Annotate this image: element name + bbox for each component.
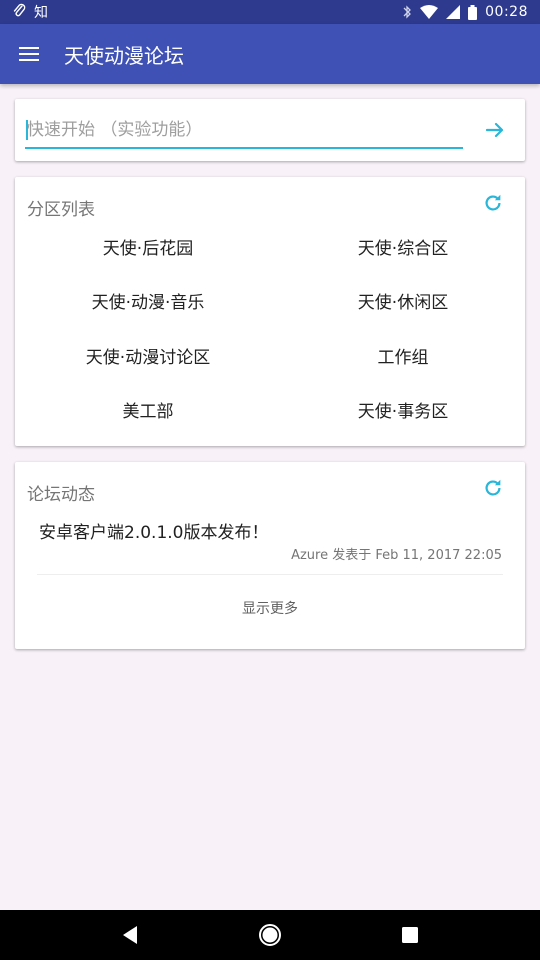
sections-row: 天使·后花园 天使·综合区	[15, 219, 525, 274]
news-post-title[interactable]: 安卓客户端2.0.1.0版本发布！	[39, 518, 268, 543]
forum-news-card: 论坛动态 安卓客户端2.0.1.0版本发布！ Azure 发表于 Feb 11,…	[15, 462, 525, 649]
quick-start-input[interactable]	[25, 113, 463, 149]
section-item[interactable]: 天使·动漫讨论区	[15, 343, 281, 368]
sections-header: 分区列表	[27, 200, 95, 220]
news-post-meta: Azure 发表于 Feb 11, 2017 22:05	[291, 548, 502, 563]
back-icon[interactable]	[110, 915, 150, 955]
paperclip-icon	[12, 2, 26, 22]
show-more-button[interactable]: 显示更多	[15, 598, 525, 618]
wifi-icon	[420, 5, 439, 19]
section-item[interactable]: 天使·事务区	[281, 397, 525, 422]
home-icon[interactable]	[250, 915, 290, 955]
sections-row: 美工部 天使·事务区	[15, 383, 525, 438]
system-nav-bar	[0, 910, 540, 960]
section-item[interactable]: 美工部	[15, 397, 281, 422]
battery-icon	[468, 4, 478, 20]
zhi-app-icon: 知	[34, 5, 48, 21]
quick-start-card	[15, 99, 525, 161]
section-item[interactable]: 天使·综合区	[281, 234, 525, 259]
section-item[interactable]: 天使·后花园	[15, 234, 281, 259]
sections-card: 分区列表 天使·后花园 天使·综合区 天使·动漫·音乐 天使·休闲区 天使·动漫…	[15, 177, 525, 446]
status-right: 00:28	[402, 4, 528, 20]
refresh-icon[interactable]	[482, 477, 504, 499]
text-caret	[26, 120, 28, 140]
section-item[interactable]: 工作组	[281, 343, 525, 368]
forum-news-header: 论坛动态	[27, 485, 95, 505]
status-bar: 知 00:28	[0, 0, 540, 24]
status-clock: 00:28	[485, 4, 528, 20]
recents-icon[interactable]	[390, 915, 430, 955]
sections-row: 天使·动漫·音乐 天使·休闲区	[15, 274, 525, 329]
bluetooth-icon	[402, 4, 412, 20]
status-left: 知	[12, 2, 48, 22]
hamburger-menu-icon[interactable]	[0, 24, 58, 84]
app-bar: 天使动漫论坛	[0, 24, 540, 84]
section-item[interactable]: 天使·休闲区	[281, 288, 525, 313]
divider	[37, 574, 503, 575]
arrow-right-icon[interactable]	[483, 118, 507, 142]
refresh-icon[interactable]	[482, 192, 504, 214]
cell-signal-icon	[446, 5, 461, 19]
section-item[interactable]: 天使·动漫·音乐	[15, 288, 281, 313]
app-title: 天使动漫论坛	[64, 43, 184, 68]
sections-grid: 天使·后花园 天使·综合区 天使·动漫·音乐 天使·休闲区 天使·动漫讨论区 工…	[15, 219, 525, 437]
sections-row: 天使·动漫讨论区 工作组	[15, 328, 525, 383]
